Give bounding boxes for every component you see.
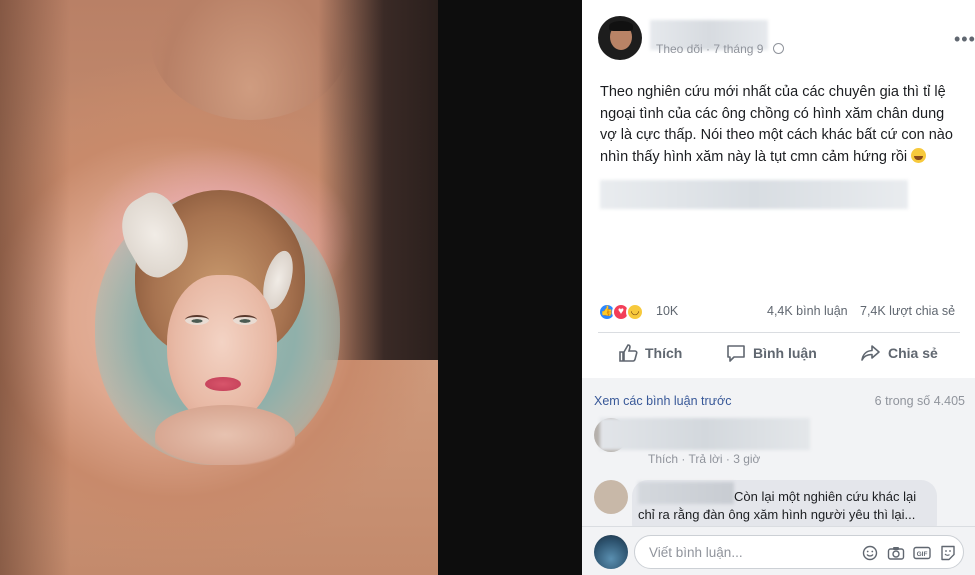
post-side-panel: Theo dõi · 7 tháng 9 ••• Theo nghiên cứu… bbox=[582, 0, 975, 575]
grin-emoji-icon bbox=[911, 147, 927, 163]
share-icon bbox=[861, 345, 880, 361]
photo-viewer: Theo dõi · 7 tháng 9 ••• Theo nghiên cứu… bbox=[0, 0, 975, 575]
post-photo[interactable] bbox=[0, 0, 438, 575]
reaction-bar: 👍 ♥ ◡ 10K 4,4K bình luận 7,4K lượt chia … bbox=[598, 300, 963, 324]
post-date[interactable]: · 7 tháng 9 bbox=[706, 42, 763, 56]
reaction-count[interactable]: 10K bbox=[656, 304, 678, 318]
comments-count-of: 6 trong số 4.405 bbox=[874, 394, 965, 408]
comment-actions[interactable]: Thích · Trả lời · 3 giờ bbox=[648, 452, 760, 466]
comment-input[interactable]: Viết bình luận... GIF bbox=[634, 535, 964, 569]
svg-text:GIF: GIF bbox=[917, 551, 928, 558]
post-header: Theo dõi · 7 tháng 9 ••• bbox=[598, 16, 975, 64]
thumb-up-icon bbox=[619, 344, 638, 362]
comment-composer: Viết bình luận... GIF bbox=[582, 526, 975, 575]
emoji-icon[interactable] bbox=[861, 545, 879, 561]
comment-blurred bbox=[600, 418, 810, 450]
post-meta: Theo dõi · 7 tháng 9 bbox=[656, 42, 784, 56]
haha-icon: ◡ bbox=[626, 303, 644, 321]
comments-section: Xem các bình luận trước 6 trong số 4.405… bbox=[582, 378, 975, 540]
comment-text: Còn lại một nghiên cứu khác lại chỉ ra r… bbox=[638, 489, 917, 522]
post-text: Theo nghiên cứu mới nhất của các chuyên … bbox=[600, 82, 960, 168]
sticker-icon[interactable] bbox=[939, 545, 957, 561]
author-avatar[interactable] bbox=[598, 16, 642, 60]
blurred-link[interactable] bbox=[600, 180, 908, 209]
commenter-avatar[interactable] bbox=[594, 480, 628, 514]
comment-icon bbox=[727, 345, 745, 362]
post-body: Theo nghiên cứu mới nhất của các chuyên … bbox=[600, 84, 953, 165]
comment-count[interactable]: 4,4K bình luận bbox=[767, 304, 848, 318]
share-button[interactable]: Chia sẻ bbox=[861, 344, 938, 366]
divider bbox=[598, 332, 960, 333]
follow-link[interactable]: Theo dõi bbox=[656, 42, 703, 56]
current-user-avatar bbox=[594, 535, 628, 569]
comment-placeholder: Viết bình luận... bbox=[649, 545, 743, 560]
comment-button[interactable]: Bình luận bbox=[726, 344, 817, 366]
camera-icon[interactable] bbox=[887, 545, 905, 561]
globe-icon bbox=[772, 43, 784, 54]
share-count[interactable]: 7,4K lượt chia sẻ bbox=[860, 304, 955, 318]
like-button[interactable]: Thích bbox=[618, 344, 682, 366]
view-previous-comments-link[interactable]: Xem các bình luận trước bbox=[594, 394, 731, 408]
portrait-tattoo bbox=[85, 145, 355, 475]
gif-icon[interactable]: GIF bbox=[913, 545, 931, 561]
post-actions: Thích Bình luận Chia sẻ bbox=[598, 334, 960, 374]
more-options-button[interactable]: ••• bbox=[954, 30, 975, 48]
